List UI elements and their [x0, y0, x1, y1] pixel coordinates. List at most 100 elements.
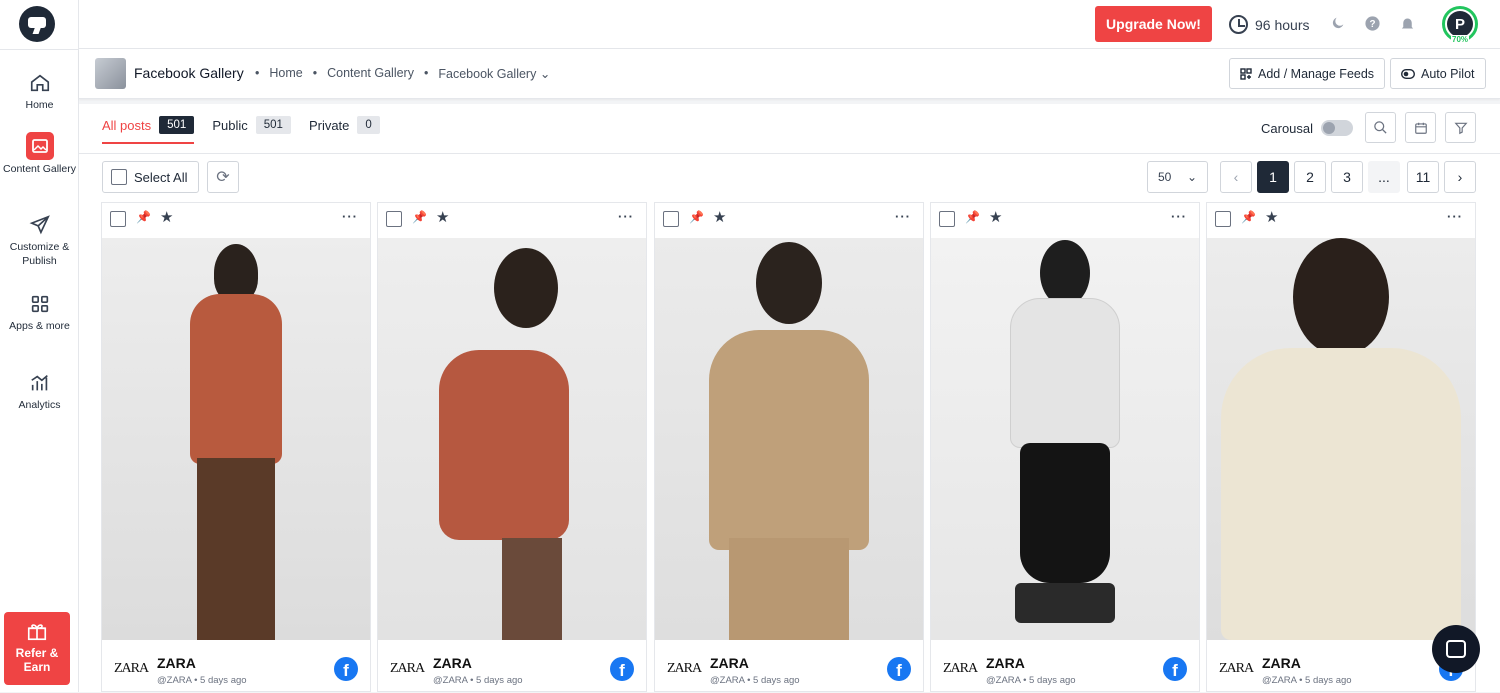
- sidebar-item-home[interactable]: Home: [0, 72, 79, 112]
- breadcrumb-separator: •: [312, 66, 318, 80]
- sidebar-item-label: Apps & more: [9, 320, 70, 332]
- refer-earn-button[interactable]: Refer & Earn: [4, 612, 70, 685]
- star-icon[interactable]: ★: [160, 208, 173, 226]
- post-card[interactable]: 📌 ★ ··· ZARA ZARA @ZARA • 5 days ago f: [930, 202, 1200, 692]
- next-page-button[interactable]: ›: [1444, 161, 1476, 193]
- post-checkbox[interactable]: [386, 211, 402, 227]
- gallery-thumbnail: [95, 58, 126, 89]
- prev-page-button[interactable]: ‹: [1220, 161, 1252, 193]
- post-tabs: All posts 501 Public 501 Private 0: [102, 116, 380, 144]
- breadcrumb-content-gallery[interactable]: Content Gallery: [327, 66, 414, 81]
- tab-private[interactable]: Private 0: [309, 116, 380, 144]
- pin-icon[interactable]: 📌: [412, 210, 427, 224]
- svg-text:?: ?: [1369, 19, 1375, 30]
- post-checkbox[interactable]: [110, 211, 126, 227]
- sidebar-item-content-gallery[interactable]: Content Gallery: [0, 132, 79, 176]
- sidebar-item-label: Customize & Publish: [9, 241, 70, 267]
- post-card[interactable]: 📌★··· ZARA ZARA @ZARA • 5 days ago f: [101, 202, 371, 692]
- select-all-button[interactable]: Select All: [102, 161, 199, 193]
- breadcrumb-facebook-gallery[interactable]: Facebook Gallery ⌄: [438, 66, 550, 81]
- chevron-right-icon: ›: [1457, 169, 1463, 185]
- carousel-label: Carousal: [1261, 120, 1314, 136]
- brand-logo: ZARA: [114, 661, 149, 676]
- pin-icon[interactable]: 📌: [1241, 210, 1256, 224]
- post-footer: ZARA ZARA @ZARA • 5 days ago f: [931, 640, 1199, 693]
- page-ellipsis: ...: [1368, 161, 1400, 193]
- post-image[interactable]: [378, 238, 646, 640]
- brand-name: ZARA: [433, 655, 472, 671]
- refresh-button[interactable]: ⟳: [207, 161, 239, 193]
- post-handle-time: @ZARA • 5 days ago: [433, 675, 523, 686]
- eye-toggle-icon: [1401, 68, 1415, 79]
- refresh-icon: ⟳: [216, 169, 230, 186]
- star-icon[interactable]: ★: [436, 208, 449, 226]
- profile-progress: 70%: [1451, 35, 1470, 44]
- more-options-icon[interactable]: ···: [1447, 209, 1463, 224]
- app-logo[interactable]: [19, 6, 55, 42]
- page-button[interactable]: 11: [1407, 161, 1439, 193]
- post-card[interactable]: 📌★··· ZARA ZARA @ZARA • 5 days ago f: [377, 202, 647, 692]
- help-icon[interactable]: ?: [1364, 15, 1381, 32]
- manage-feeds-button[interactable]: Add / Manage Feeds: [1229, 58, 1386, 89]
- tab-label: Public: [212, 117, 248, 133]
- facebook-icon[interactable]: f: [610, 657, 634, 681]
- moon-icon[interactable]: [1330, 15, 1346, 31]
- more-options-icon[interactable]: ···: [618, 209, 634, 224]
- post-checkbox[interactable]: [939, 211, 955, 227]
- search-button[interactable]: [1365, 112, 1396, 143]
- date-filter-button[interactable]: [1405, 112, 1436, 143]
- post-card[interactable]: 📌★··· ZARA ZARA @ZARA • 5 days ago f: [1206, 202, 1476, 692]
- calendar-icon: [1414, 122, 1427, 134]
- star-icon[interactable]: ★: [1265, 208, 1278, 226]
- pin-icon[interactable]: 📌: [689, 210, 704, 224]
- sidebar-item-customize-publish[interactable]: Customize & Publish: [0, 214, 79, 268]
- search-icon: [1374, 121, 1387, 134]
- select-all-checkbox[interactable]: [111, 169, 127, 185]
- star-icon[interactable]: ★: [713, 208, 726, 226]
- more-options-icon[interactable]: ···: [895, 209, 911, 224]
- more-options-icon[interactable]: ···: [1171, 209, 1187, 224]
- chevron-down-icon: ⌄: [1186, 170, 1197, 184]
- post-card[interactable]: 📌 ★ ··· ZARA ZARA @ZARA • 5 days ago f: [654, 202, 924, 692]
- post-image[interactable]: [655, 238, 923, 640]
- filter-button[interactable]: [1445, 112, 1476, 143]
- facebook-icon[interactable]: f: [334, 657, 358, 681]
- chat-launcher-button[interactable]: [1432, 625, 1480, 673]
- tab-all-posts[interactable]: All posts 501: [102, 116, 195, 144]
- page-button[interactable]: 3: [1331, 161, 1363, 193]
- post-footer: ZARA ZARA @ZARA • 5 days ago f: [655, 640, 923, 693]
- post-checkbox[interactable]: [1215, 211, 1231, 227]
- select-all-label: Select All: [134, 169, 188, 185]
- more-options-icon[interactable]: ···: [342, 209, 358, 224]
- brand-logo: ZARA: [1219, 661, 1254, 676]
- auto-pilot-button[interactable]: Auto Pilot: [1390, 58, 1486, 89]
- post-image[interactable]: [1207, 238, 1475, 640]
- carousel-toggle-group: Carousal: [1261, 120, 1354, 136]
- breadcrumb-home[interactable]: Home: [269, 66, 302, 81]
- count-badge: 501: [255, 116, 291, 134]
- content-panel: All posts 501 Public 501 Private 0 Carousal…: [79, 104, 1500, 692]
- post-image[interactable]: [931, 238, 1199, 640]
- brand-logo: ZARA: [667, 661, 702, 676]
- chat-icon: [1446, 640, 1466, 658]
- star-icon[interactable]: ★: [989, 208, 1002, 226]
- post-checkbox[interactable]: [663, 211, 679, 227]
- carousel-toggle[interactable]: [1321, 120, 1354, 136]
- facebook-icon[interactable]: f: [1163, 657, 1187, 681]
- pin-icon[interactable]: 📌: [136, 210, 151, 224]
- brand-name: ZARA: [1262, 655, 1301, 671]
- tab-public[interactable]: Public 501: [212, 116, 291, 144]
- manage-feeds-label: Add / Manage Feeds: [1258, 66, 1375, 81]
- brand-name: ZARA: [157, 655, 196, 671]
- page-button[interactable]: 1: [1257, 161, 1289, 193]
- page-button[interactable]: 2: [1294, 161, 1326, 193]
- facebook-icon[interactable]: f: [887, 657, 911, 681]
- per-page-select[interactable]: 50 ⌄: [1147, 161, 1208, 193]
- sidebar-item-analytics[interactable]: Analytics: [0, 372, 79, 412]
- sidebar-item-apps[interactable]: Apps & more: [0, 293, 79, 333]
- pin-icon[interactable]: 📌: [965, 210, 980, 224]
- upgrade-button[interactable]: Upgrade Now!: [1095, 6, 1212, 42]
- gallery-title: Facebook Gallery: [134, 65, 244, 81]
- bell-icon[interactable]: [1399, 14, 1416, 33]
- post-image[interactable]: [102, 238, 370, 640]
